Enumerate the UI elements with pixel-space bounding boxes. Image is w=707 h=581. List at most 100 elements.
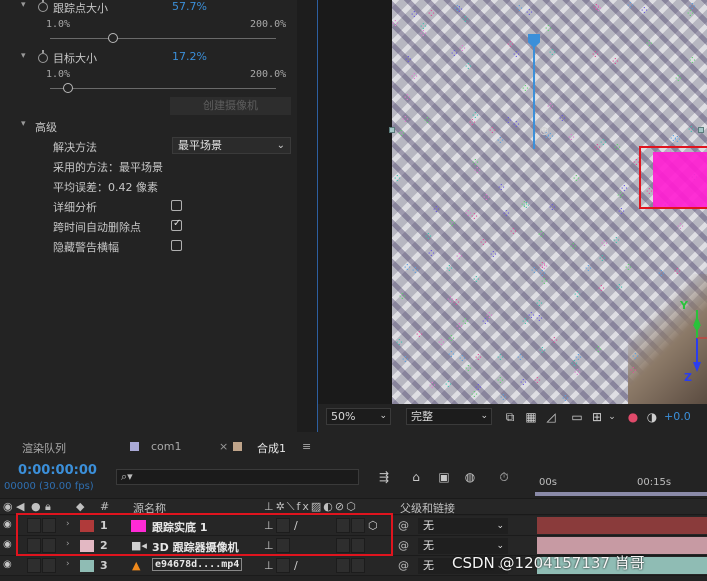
track-point[interactable]: ⁘ [448, 335, 455, 343]
track-point[interactable]: ⁘ [412, 267, 419, 275]
track-point[interactable]: ⁘ [428, 250, 435, 258]
twirl-down-icon[interactable]: ▾ [21, 0, 26, 10]
track-point[interactable]: ⁘ [598, 285, 605, 293]
track-point[interactable]: ⁘ [688, 126, 695, 134]
snapshot-icon[interactable]: ⧉ [503, 410, 517, 424]
transparency-grid-icon[interactable]: ▦ [524, 410, 538, 424]
layer-name[interactable]: e94678d....mp4 [152, 558, 243, 571]
track-point[interactable]: ⁘ [465, 365, 472, 373]
track-point[interactable]: ⁘ [675, 75, 682, 83]
track-point[interactable]: ⁘ [570, 243, 577, 251]
hide-warning-checkbox[interactable] [171, 240, 182, 251]
work-area-bar[interactable] [535, 492, 707, 496]
label-color-chip[interactable] [80, 560, 94, 572]
track-point[interactable]: ⁘ [462, 16, 469, 24]
track-point[interactable]: ⁘ [411, 11, 418, 19]
lock-icon[interactable]: 🔒︎ [45, 500, 51, 514]
lock-cell[interactable] [42, 558, 56, 573]
track-point[interactable]: ⁘ [497, 137, 504, 145]
parent-select[interactable]: 无 ⌄ [418, 518, 508, 534]
track-point[interactable]: ⁘ [601, 240, 608, 248]
track-point[interactable]: ⁘ [539, 347, 546, 355]
track-point[interactable]: ⁘ [489, 127, 496, 135]
video-frame[interactable]: ⁘ ⁘ ⁘ ⁘ ⁘ ⁘ ⁘ ⁘ ⁘ ⁘ ⁘ ⁘ ⁘ ⁘ ⁘ ⁘ ⁘ ⁘ ⁘ ⁘ ⁘ ⁘ ⁘ ⁘ ⁘ ⁘ ⁘ ⁘ ⁘ ⁘ ⁘ ⁘ ⁘ ⁘ ⁘ ⁘ ⁘ ⁘ ⁘ ⁘… [392, 0, 707, 404]
track-point[interactable]: ⁘ [505, 117, 512, 125]
label-tag-icon[interactable]: ◆ [76, 500, 84, 513]
eye-icon[interactable]: ◉ [3, 539, 12, 550]
track-point[interactable]: ⁘ [510, 228, 517, 236]
track-point[interactable]: ⁘ [392, 20, 399, 28]
target-size-slider[interactable] [50, 88, 276, 89]
track-point[interactable]: ⁘ [433, 206, 440, 214]
tab-com1[interactable]: com1 [151, 440, 182, 453]
layer-duration-bar[interactable] [537, 517, 707, 534]
track-point[interactable]: ⁘ [404, 264, 411, 272]
track-point[interactable]: ⁘ [541, 263, 548, 271]
track-point[interactable]: ⁘ [538, 231, 545, 239]
track-point[interactable]: ⁘ [402, 356, 409, 364]
track-point[interactable]: ⁘ [513, 121, 520, 129]
track-point[interactable]: ⁘ [405, 56, 412, 64]
track-point[interactable]: ⁘ [425, 233, 432, 241]
track-point[interactable]: ⁘ [595, 5, 602, 13]
track-point[interactable]: ⁘ [616, 284, 623, 292]
track-point[interactable]: ⁘ [459, 45, 466, 53]
track-point-size-value[interactable]: 57.7% [172, 0, 207, 13]
twirl-down-icon[interactable]: ▾ [21, 119, 26, 129]
track-point[interactable]: ⁘ [520, 379, 527, 387]
frame-handle[interactable] [698, 127, 704, 133]
track-point[interactable]: ⁘ [517, 354, 524, 362]
exposure-value[interactable]: +0.0 [664, 410, 691, 423]
track-point[interactable]: ⁘ [559, 115, 566, 123]
track-point[interactable]: ⁘ [449, 220, 456, 228]
track-point[interactable]: ⁘ [399, 293, 406, 301]
track-point[interactable]: ⁘ [536, 300, 543, 308]
track-point[interactable]: ⁘ [521, 201, 528, 209]
twirl-down-icon[interactable]: ▾ [21, 51, 26, 61]
solve-method-select[interactable]: 最平场景 ⌄ [172, 137, 291, 154]
track-point[interactable]: ⁘ [483, 194, 490, 202]
track-point[interactable]: ⁘ [497, 354, 504, 362]
quality-icon[interactable]: ∕ [294, 559, 298, 572]
switch-cell[interactable] [336, 558, 350, 573]
track-point[interactable]: ⁘ [456, 6, 463, 14]
create-camera-button[interactable]: 创建摄像机 [170, 97, 291, 115]
layer-search-input[interactable]: ⌕▾ [116, 469, 359, 485]
track-point[interactable]: ⁘ [420, 23, 427, 31]
track-point[interactable]: ⁘ [438, 339, 445, 347]
track-point[interactable]: ⁘ [472, 159, 479, 167]
composition-viewer[interactable]: ⁘ ⁘ ⁘ ⁘ ⁘ ⁘ ⁘ ⁘ ⁘ ⁘ ⁘ ⁘ ⁘ ⁘ ⁘ ⁘ ⁘ ⁘ ⁘ ⁘ ⁘ ⁘ ⁘ ⁘ ⁘ ⁘ ⁘ ⁘ ⁘ ⁘ ⁘ ⁘ ⁘ ⁘ ⁘ ⁘ ⁘ ⁘ ⁘ ⁘… [317, 0, 707, 432]
track-point[interactable]: ⁘ [516, 5, 523, 13]
pickwhip-icon[interactable]: @ [398, 519, 409, 532]
track-point[interactable]: ⁘ [585, 265, 592, 273]
track-point[interactable]: ⁘ [568, 134, 575, 142]
track-point[interactable]: ⁘ [549, 49, 556, 57]
track-point-size-slider[interactable] [50, 38, 276, 39]
track-point[interactable]: ⁘ [632, 353, 639, 361]
track-point[interactable]: ⁘ [528, 312, 535, 320]
track-point[interactable]: ⁘ [469, 119, 476, 127]
track-point[interactable]: ⁘ [396, 339, 403, 347]
track-point[interactable]: ⁘ [472, 112, 479, 120]
track-point[interactable]: ⁘ [625, 264, 632, 272]
video-switch-icon[interactable]: ◉ [3, 500, 13, 513]
stopwatch-icon[interactable] [38, 50, 48, 63]
track-point[interactable]: ⁘ [670, 135, 677, 143]
track-point[interactable]: ⁘ [513, 51, 520, 59]
track-point[interactable]: ⁘ [424, 117, 431, 125]
region-of-interest-icon[interactable]: ▭ [570, 410, 584, 424]
track-point[interactable]: ⁘ [404, 94, 411, 102]
track-point[interactable]: ⁘ [503, 210, 510, 218]
playhead-line[interactable] [533, 37, 535, 149]
color-channels-icon[interactable]: ● [626, 410, 640, 424]
track-point[interactable]: ⁘ [573, 175, 580, 183]
track-point[interactable]: ⁘ [641, 7, 648, 15]
track-point[interactable]: ⁘ [500, 394, 507, 402]
menu-icon[interactable]: ≡ [302, 440, 311, 453]
track-point[interactable]: ⁘ [630, 367, 637, 375]
audio-cell[interactable] [27, 558, 41, 573]
frame-blending-icon[interactable]: ▣ [436, 470, 452, 484]
track-point[interactable]: ⁘ [473, 276, 480, 284]
track-point[interactable]: ⁘ [480, 239, 487, 247]
track-point[interactable]: ⁘ [627, 2, 634, 10]
